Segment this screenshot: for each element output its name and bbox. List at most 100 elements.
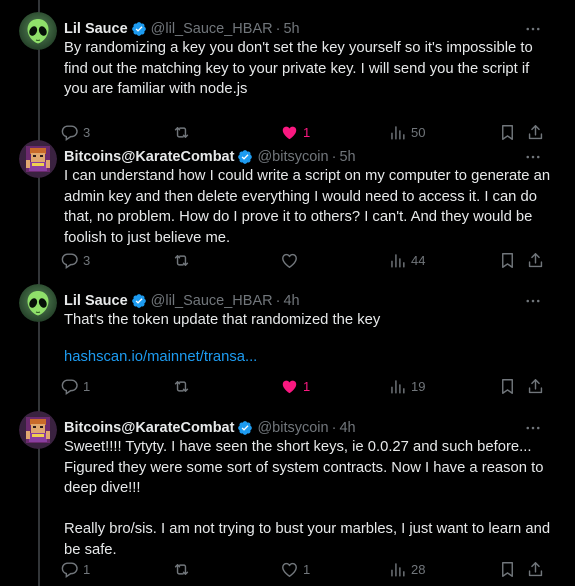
bookmark-button[interactable]: [498, 373, 517, 399]
reply-count: 3: [83, 252, 91, 268]
display-name[interactable]: Lil Sauce: [64, 21, 128, 37]
time-separator: ·: [275, 293, 281, 309]
views-bars-icon: [388, 251, 407, 270]
verified-badge-icon: [237, 149, 253, 165]
heart-icon: [280, 560, 299, 579]
pixel-avatar[interactable]: [19, 411, 57, 449]
share-upload-icon: [526, 123, 545, 142]
timestamp[interactable]: 5h: [339, 149, 355, 165]
heart-icon: [280, 123, 299, 142]
more-dots-icon[interactable]: [521, 18, 545, 40]
bookmark-button[interactable]: [498, 119, 517, 145]
display-name[interactable]: Lil Sauce: [64, 293, 128, 309]
repost-arrows-icon: [172, 560, 191, 579]
heart-icon: [280, 251, 299, 270]
repost-button[interactable]: [172, 556, 195, 582]
views-bars-icon: [388, 560, 407, 579]
bookmark-icon: [498, 377, 517, 396]
share-button[interactable]: [526, 556, 545, 582]
tweet-text: By randomizing a key you don't set the k…: [64, 40, 533, 97]
action-bar: 3 44: [60, 247, 552, 273]
views-count: 50: [411, 124, 426, 140]
tweet-header: Bitcoins@KarateCombat @bitsycoin · 5h: [64, 146, 535, 168]
user-handle[interactable]: @lil_Sauce_HBAR: [151, 21, 273, 37]
bookmark-icon: [498, 251, 517, 270]
reply-button[interactable]: 3: [60, 247, 90, 273]
timestamp[interactable]: 4h: [339, 420, 355, 436]
reply-bubble-icon: [60, 560, 79, 579]
share-button[interactable]: [526, 247, 545, 273]
views-button[interactable]: 50: [388, 119, 425, 145]
tweet-text: That's the token update that randomized …: [64, 312, 381, 328]
reply-count: 1: [83, 378, 91, 394]
share-upload-icon: [526, 560, 545, 579]
timestamp[interactable]: 5h: [283, 21, 299, 37]
like-count: 1: [303, 378, 311, 394]
more-dots-icon[interactable]: [521, 146, 545, 168]
share-upload-icon: [526, 377, 545, 396]
views-button[interactable]: 28: [388, 556, 425, 582]
reply-count: 3: [83, 124, 91, 140]
repost-arrows-icon: [172, 251, 191, 270]
repost-button[interactable]: [172, 247, 195, 273]
display-name[interactable]: Bitcoins@KarateCombat: [64, 149, 234, 165]
reply-bubble-icon: [60, 123, 79, 142]
views-count: 19: [411, 378, 426, 394]
views-button[interactable]: 19: [388, 373, 425, 399]
like-button[interactable]: 1: [280, 373, 310, 399]
display-name[interactable]: Bitcoins@KarateCombat: [64, 420, 234, 436]
alien-avatar[interactable]: [19, 284, 57, 322]
bookmark-button[interactable]: [498, 247, 517, 273]
time-separator: ·: [275, 21, 281, 37]
tweet-header: Lil Sauce @lil_Sauce_HBAR · 5h: [64, 18, 535, 40]
repost-button[interactable]: [172, 119, 195, 145]
reply-button[interactable]: 3: [60, 119, 90, 145]
time-separator: ·: [331, 420, 337, 436]
share-upload-icon: [526, 251, 545, 270]
repost-arrows-icon: [172, 123, 191, 142]
more-dots-icon[interactable]: [521, 290, 545, 312]
views-count: 28: [411, 561, 426, 577]
pixel-avatar[interactable]: [19, 140, 57, 178]
more-dots-icon[interactable]: [521, 417, 545, 439]
like-button[interactable]: [280, 247, 303, 273]
like-button[interactable]: 1: [280, 556, 310, 582]
like-button[interactable]: 1: [280, 119, 310, 145]
alien-avatar[interactable]: [19, 12, 57, 50]
views-count: 44: [411, 252, 426, 268]
tweet-text: I can understand how I could write a scr…: [64, 168, 551, 246]
views-button[interactable]: 44: [388, 247, 425, 273]
tweet-header: Bitcoins@KarateCombat @bitsycoin · 4h: [64, 417, 535, 439]
action-bar: 3 1 50: [60, 119, 552, 145]
like-count: 1: [303, 561, 311, 577]
action-bar: 1 1 19: [60, 373, 552, 399]
timestamp[interactable]: 4h: [283, 293, 299, 309]
reply-button[interactable]: 1: [60, 373, 90, 399]
tweet-text: Sweet!!!! Tytyty. I have seen the short …: [64, 439, 551, 558]
reply-count: 1: [83, 561, 91, 577]
repost-button[interactable]: [172, 373, 195, 399]
like-count: 1: [303, 124, 311, 140]
bookmark-button[interactable]: [498, 556, 517, 582]
reply-bubble-icon: [60, 377, 79, 396]
user-handle[interactable]: @lil_Sauce_HBAR: [151, 293, 273, 309]
repost-arrows-icon: [172, 377, 191, 396]
reply-bubble-icon: [60, 251, 79, 270]
heart-icon: [280, 377, 299, 396]
verified-badge-icon: [131, 293, 147, 309]
bookmark-icon: [498, 560, 517, 579]
views-bars-icon: [388, 123, 407, 142]
time-separator: ·: [331, 149, 337, 165]
tweet-link[interactable]: hashscan.io/mainnet/transa...: [64, 347, 557, 368]
tweet-header: Lil Sauce @lil_Sauce_HBAR · 4h: [64, 290, 535, 312]
user-handle[interactable]: @bitsycoin: [257, 420, 328, 436]
bookmark-icon: [498, 123, 517, 142]
share-button[interactable]: [526, 119, 545, 145]
views-bars-icon: [388, 377, 407, 396]
reply-button[interactable]: 1: [60, 556, 90, 582]
verified-badge-icon: [131, 21, 147, 37]
verified-badge-icon: [237, 420, 253, 436]
action-bar: 1 1 28: [60, 556, 552, 582]
user-handle[interactable]: @bitsycoin: [257, 149, 328, 165]
share-button[interactable]: [526, 373, 545, 399]
